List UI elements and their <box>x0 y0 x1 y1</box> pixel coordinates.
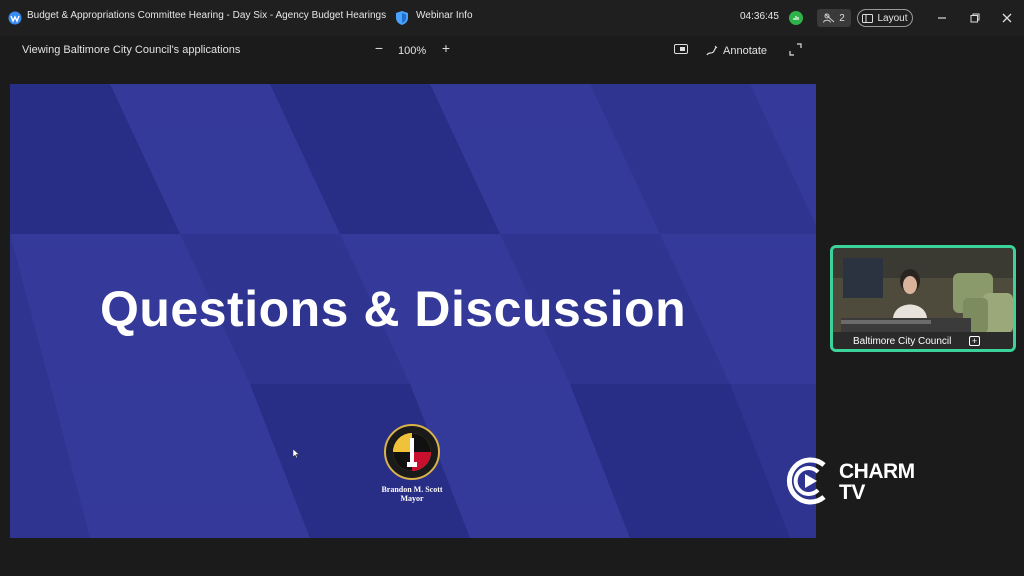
layout-label: Layout <box>877 12 908 24</box>
active-speaker-video[interactable]: Baltimore City Council + <box>830 245 1016 352</box>
share-screen-icon[interactable] <box>674 44 688 56</box>
meeting-clock: 04:36:45 <box>740 11 779 22</box>
restore-icon <box>970 13 980 23</box>
slide-title: Questions & Discussion <box>100 281 687 337</box>
shield-icon[interactable] <box>394 10 410 26</box>
annotate-icon <box>706 45 718 56</box>
webex-app-icon <box>8 11 22 25</box>
zoom-in-button[interactable]: + <box>439 40 453 60</box>
mouse-cursor-icon <box>293 449 299 458</box>
shared-slide: Questions & Discussion Brandon M. Scott … <box>10 84 816 538</box>
participant-count: 2 <box>839 12 845 24</box>
mayor-title: Mayor <box>400 494 424 503</box>
participant-name-label: Baltimore City Council <box>853 336 952 347</box>
zoom-level: 100% <box>398 45 427 57</box>
restore-button[interactable] <box>965 8 985 28</box>
meeting-title: Budget & Appropriations Committee Hearin… <box>27 10 387 21</box>
mayor-name: Brandon M. Scott <box>381 485 443 494</box>
layout-icon <box>862 13 874 23</box>
close-icon <box>1002 13 1012 23</box>
fullscreen-icon[interactable] <box>789 43 802 56</box>
annotate-button[interactable]: Annotate <box>706 42 767 60</box>
charm-tv-logo-icon <box>786 457 826 505</box>
minimize-icon <box>938 17 946 19</box>
zoom-out-button[interactable]: − <box>372 40 386 60</box>
annotate-label: Annotate <box>723 45 768 57</box>
video-feed <box>833 248 1013 349</box>
participants-icon <box>823 13 835 23</box>
close-button[interactable] <box>997 8 1017 28</box>
video-menu-icon[interactable]: + <box>969 336 980 346</box>
webinar-info-link[interactable]: Webinar Info <box>416 10 473 21</box>
minimize-button[interactable] <box>932 8 952 28</box>
charm-tv-logo-line2: TV <box>839 481 865 504</box>
city-seal-logo <box>384 424 440 480</box>
participants-button[interactable]: 2 <box>817 9 851 27</box>
layout-button[interactable]: Layout <box>857 9 913 27</box>
audio-status-icon[interactable] <box>789 11 803 25</box>
viewing-label: Viewing Baltimore City Council's applica… <box>22 44 241 56</box>
